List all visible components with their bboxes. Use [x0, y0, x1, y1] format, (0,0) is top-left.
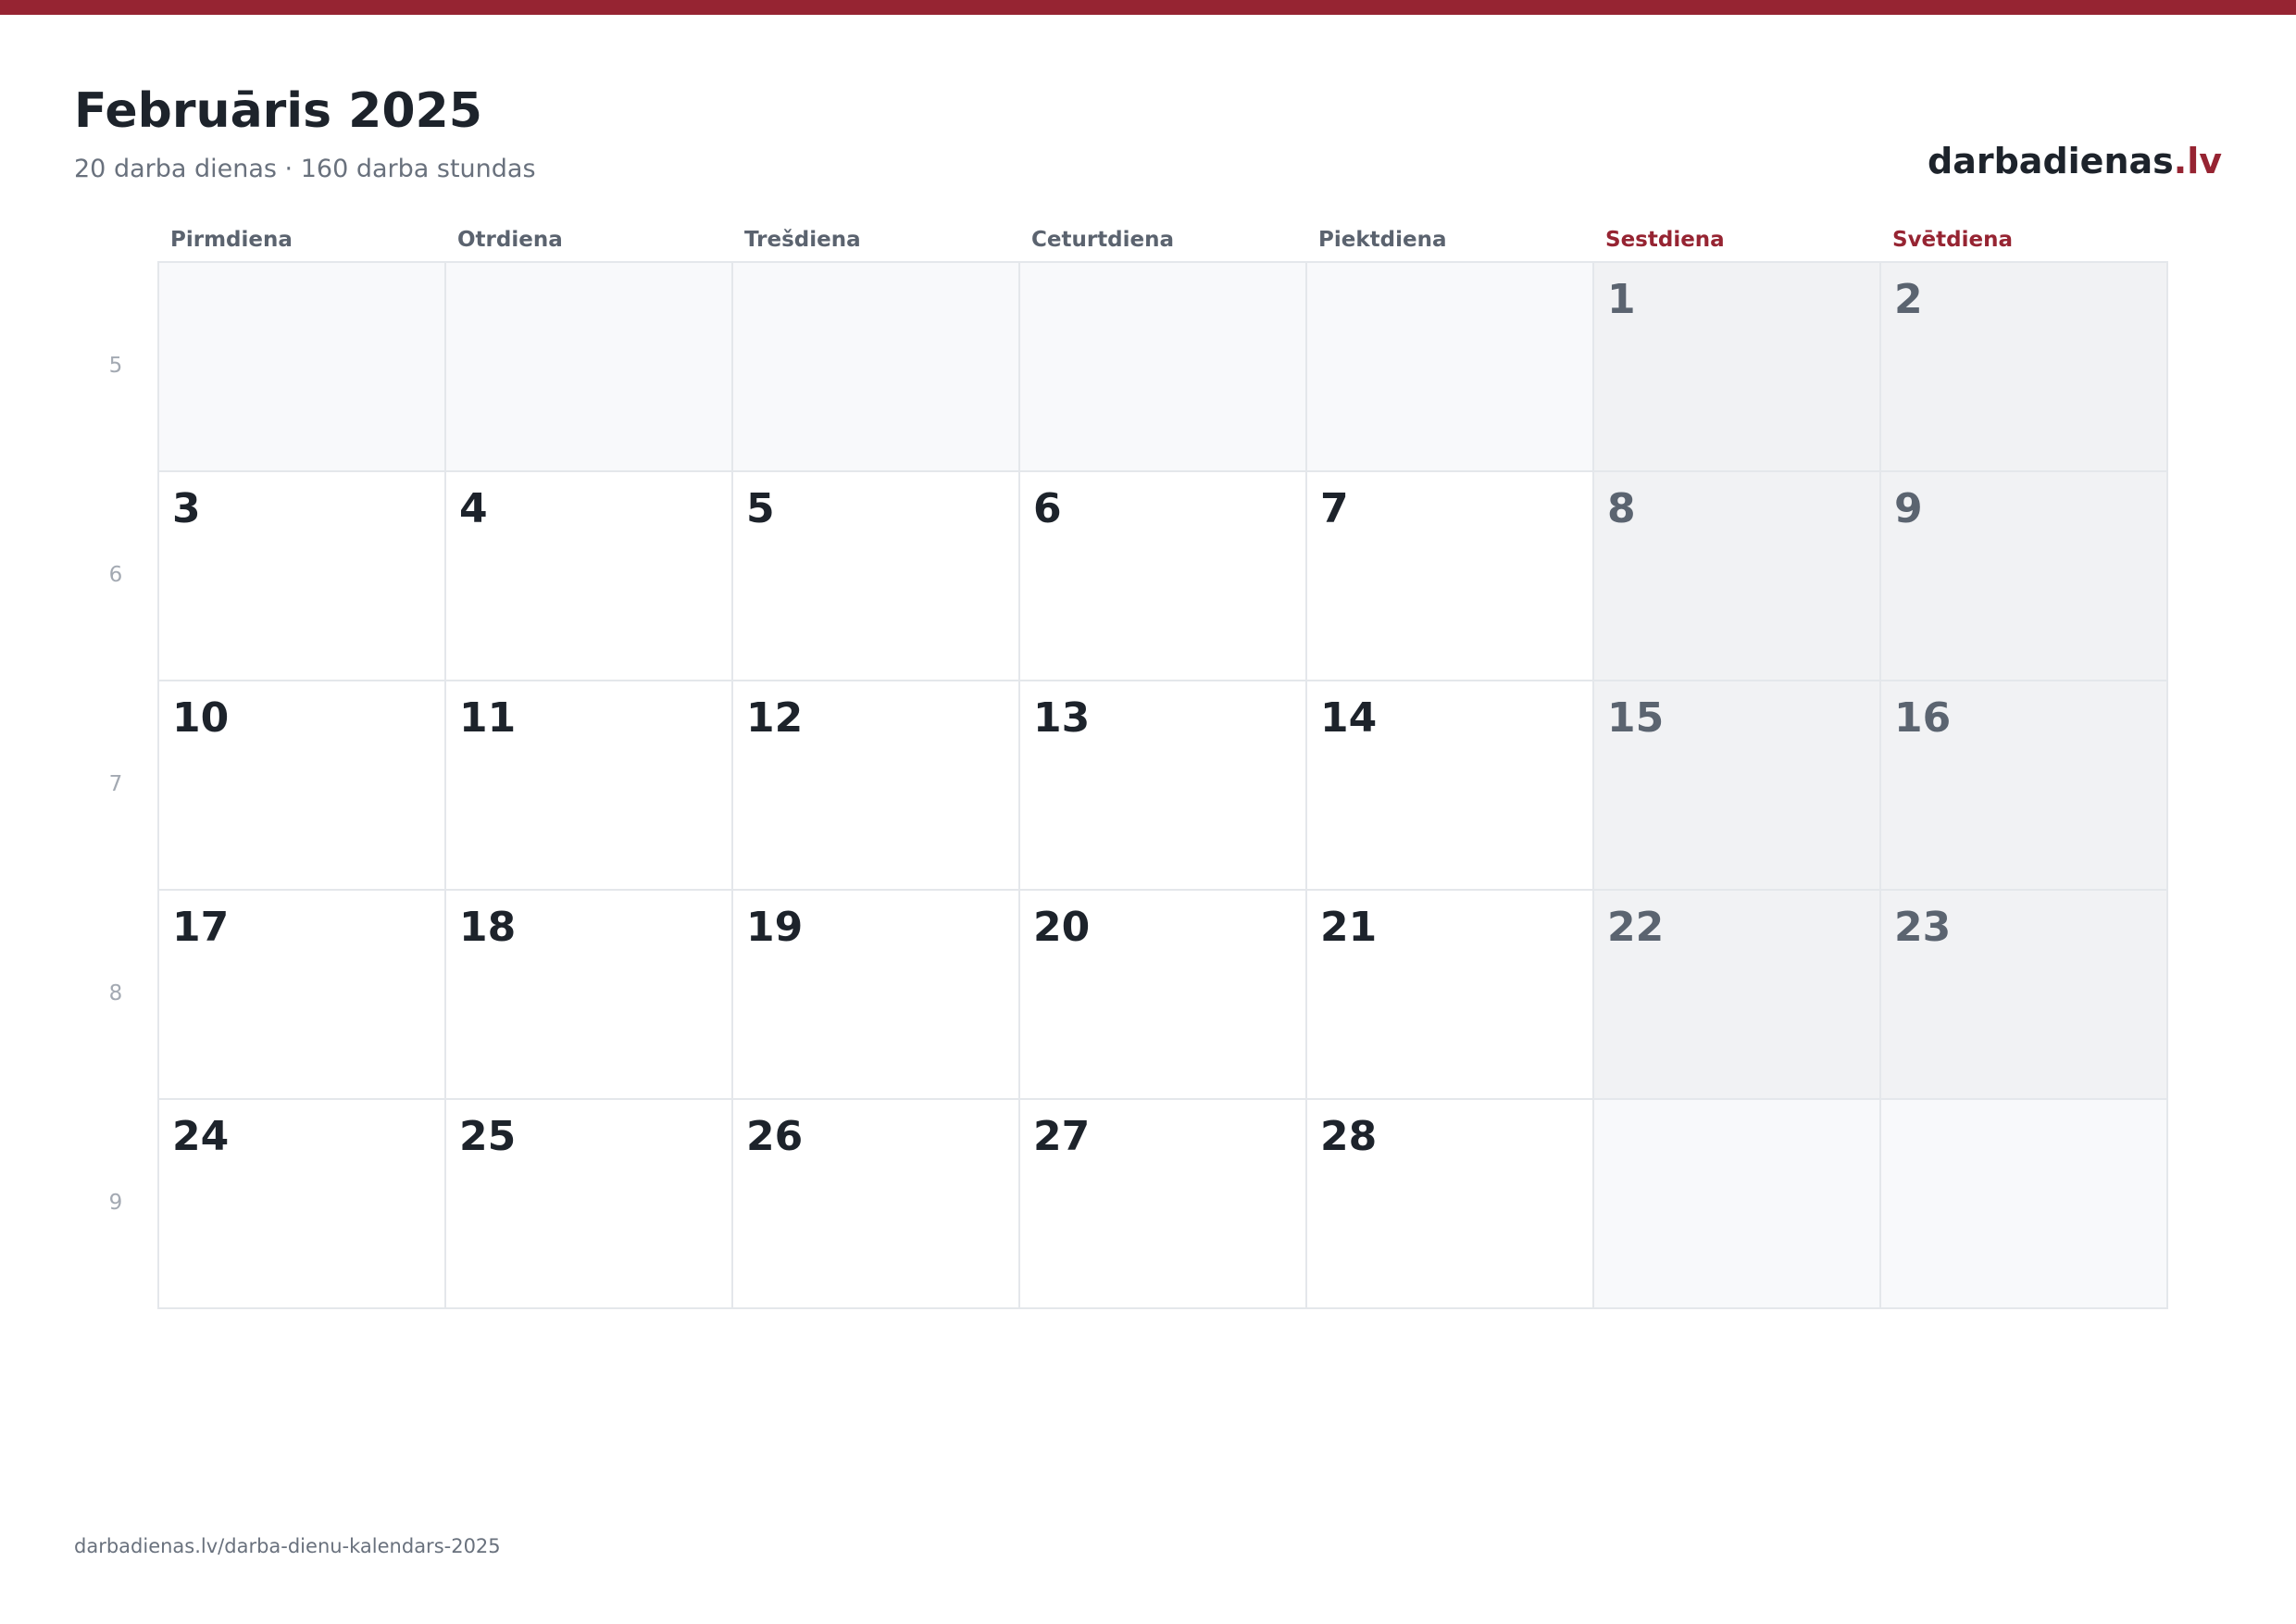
weekend-day-cell: 8: [1592, 470, 1881, 681]
day-cell: 18: [444, 889, 733, 1100]
day-cell: 12: [731, 680, 1020, 891]
day-number: 17: [172, 904, 230, 951]
top-accent-bar: [0, 0, 2296, 15]
day-number: 9: [1894, 485, 1923, 532]
day-number: 23: [1894, 904, 1952, 951]
day-cell: 25: [444, 1098, 733, 1309]
day-number: 1: [1607, 276, 1636, 323]
calendar-grid: 1 2 3 4 5 6 7 8 9 10 11 12 13 14 15 16 17 18 19 20 21 22 23 24 2…: [157, 261, 2168, 1309]
day-cell: 20: [1018, 889, 1307, 1100]
weekend-day-cell: 2: [1879, 261, 2168, 472]
week-number: 6: [108, 563, 123, 587]
brand-name: darbadienas: [1928, 141, 2174, 181]
weekday-header: Otrdiena: [457, 228, 563, 252]
weekend-day-cell: 22: [1592, 889, 1881, 1100]
day-cell: 19: [731, 889, 1020, 1100]
day-cell: 7: [1305, 470, 1594, 681]
day-number: 14: [1320, 694, 1378, 742]
day-cell: 11: [444, 680, 733, 891]
day-number: 21: [1320, 904, 1378, 951]
day-number: 5: [746, 485, 775, 532]
week-number: 7: [108, 772, 123, 796]
week-number: 8: [108, 981, 123, 1006]
day-number: 3: [172, 485, 201, 532]
page-title: Februāris 2025: [74, 83, 482, 139]
day-number: 11: [459, 694, 517, 742]
day-cell: 5: [731, 470, 1020, 681]
week-number: 5: [108, 354, 123, 378]
day-number: 12: [746, 694, 804, 742]
empty-day-cell: [1305, 261, 1594, 472]
weekday-header: Svētdiena: [1892, 228, 2013, 252]
day-number: 19: [746, 904, 804, 951]
empty-day-cell: [444, 261, 733, 472]
empty-day-cell: [1018, 261, 1307, 472]
day-cell: 3: [157, 470, 446, 681]
day-cell: 13: [1018, 680, 1307, 891]
weekend-day-cell: 15: [1592, 680, 1881, 891]
day-number: 22: [1607, 904, 1665, 951]
week-number: 9: [108, 1191, 123, 1215]
brand-tld: .lv: [2173, 141, 2222, 181]
empty-day-cell: [731, 261, 1020, 472]
day-number: 20: [1033, 904, 1091, 951]
day-cell: 26: [731, 1098, 1020, 1309]
day-cell: 27: [1018, 1098, 1307, 1309]
empty-day-cell: [157, 261, 446, 472]
weekday-header: Piektdiena: [1318, 228, 1447, 252]
day-cell: 17: [157, 889, 446, 1100]
weekday-header: Sestdiena: [1605, 228, 1725, 252]
weekend-day-cell: 9: [1879, 470, 2168, 681]
day-number: 26: [746, 1113, 804, 1160]
weekday-header: Trešdiena: [744, 228, 861, 252]
day-cell: 6: [1018, 470, 1307, 681]
weekend-day-cell: 16: [1879, 680, 2168, 891]
day-cell: 24: [157, 1098, 446, 1309]
day-number: 27: [1033, 1113, 1091, 1160]
day-number: 15: [1607, 694, 1665, 742]
brand-logo: darbadienas.lv: [1928, 139, 2222, 183]
weekday-header: Ceturtdiena: [1031, 228, 1175, 252]
weekday-header-row: Pirmdiena Otrdiena Trešdiena Ceturtdiena Pie…: [157, 225, 2166, 258]
empty-day-cell: [1592, 1098, 1881, 1309]
day-number: 16: [1894, 694, 1952, 742]
day-number: 10: [172, 694, 230, 742]
weekday-header: Pirmdiena: [170, 228, 293, 252]
empty-day-cell: [1879, 1098, 2168, 1309]
day-number: 2: [1894, 276, 1923, 323]
day-number: 25: [459, 1113, 517, 1160]
day-number: 28: [1320, 1113, 1378, 1160]
day-number: 18: [459, 904, 517, 951]
day-number: 4: [459, 485, 488, 532]
day-cell: 28: [1305, 1098, 1594, 1309]
day-number: 6: [1033, 485, 1062, 532]
day-number: 13: [1033, 694, 1091, 742]
day-number: 8: [1607, 485, 1636, 532]
weekend-day-cell: 1: [1592, 261, 1881, 472]
page-subtitle: 20 darba dienas · 160 darba stundas: [74, 155, 536, 183]
day-number: 7: [1320, 485, 1349, 532]
weekend-day-cell: 23: [1879, 889, 2168, 1100]
day-number: 24: [172, 1113, 230, 1160]
day-cell: 14: [1305, 680, 1594, 891]
day-cell: 4: [444, 470, 733, 681]
day-cell: 10: [157, 680, 446, 891]
day-cell: 21: [1305, 889, 1594, 1100]
footer-url: darbadienas.lv/darba-dienu-kalendars-202…: [74, 1535, 501, 1557]
